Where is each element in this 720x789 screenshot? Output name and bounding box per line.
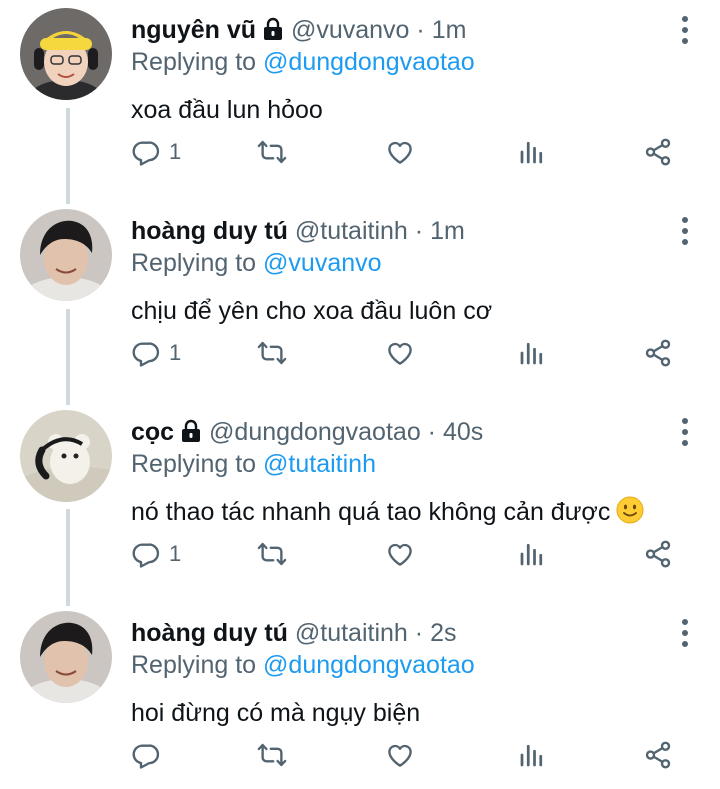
share-button[interactable] bbox=[643, 132, 673, 172]
action-bar: 1 bbox=[131, 534, 691, 574]
analytics-icon bbox=[517, 338, 547, 368]
tweet[interactable]: nguyên vũ @vuvanvo · 1m Replying to @dun… bbox=[0, 0, 720, 200]
reply-button[interactable]: 1 bbox=[131, 333, 181, 373]
share-button[interactable] bbox=[643, 735, 673, 775]
timestamp[interactable]: 1m bbox=[430, 217, 465, 245]
like-button[interactable] bbox=[385, 735, 415, 775]
like-button[interactable] bbox=[385, 333, 415, 373]
share-icon bbox=[643, 338, 673, 368]
user-handle[interactable]: @tutaitinh bbox=[295, 619, 408, 647]
analytics-icon bbox=[517, 137, 547, 167]
heart-icon bbox=[385, 137, 415, 167]
replying-to-label: Replying to bbox=[131, 249, 257, 277]
replying-to-label: Replying to bbox=[131, 651, 257, 679]
display-name[interactable]: cọc bbox=[131, 418, 174, 446]
like-button[interactable] bbox=[385, 534, 415, 574]
replying-to-label: Replying to bbox=[131, 48, 257, 76]
retweet-icon bbox=[257, 740, 287, 770]
views-button[interactable] bbox=[517, 534, 547, 574]
share-icon bbox=[643, 137, 673, 167]
retweet-icon bbox=[257, 338, 287, 368]
tweet[interactable]: hoàng duy tú @tutaitinh · 1m Replying to… bbox=[0, 201, 720, 401]
retweet-button[interactable] bbox=[257, 132, 287, 172]
mention-link[interactable]: @dungdongvaotao bbox=[263, 651, 475, 679]
reply-count: 1 bbox=[169, 139, 182, 164]
tweet-text-row: nó thao tác nhanh quá tao không cản được bbox=[131, 496, 672, 528]
retweet-button[interactable] bbox=[257, 735, 287, 775]
display-name[interactable]: nguyên vũ bbox=[131, 16, 256, 44]
tweet-text: nó thao tác nhanh quá tao không cản được bbox=[131, 498, 611, 526]
tweet-text: hoi đừng có mà ngụy biện bbox=[131, 699, 421, 727]
more-options-icon[interactable] bbox=[680, 416, 690, 448]
reply-count: 1 bbox=[169, 340, 182, 365]
share-button[interactable] bbox=[643, 534, 673, 574]
retweet-icon bbox=[257, 137, 287, 167]
reply-button[interactable]: 1 bbox=[131, 534, 181, 574]
views-button[interactable] bbox=[517, 333, 547, 373]
lock-icon bbox=[180, 419, 202, 443]
reply-icon bbox=[131, 137, 161, 167]
analytics-icon bbox=[517, 539, 547, 569]
more-options-icon[interactable] bbox=[680, 215, 690, 247]
replying-to-label: Replying to bbox=[131, 450, 257, 478]
views-button[interactable] bbox=[517, 132, 547, 172]
avatar[interactable] bbox=[20, 611, 112, 703]
avatar[interactable] bbox=[20, 209, 112, 301]
reply-icon bbox=[131, 740, 161, 770]
heart-icon bbox=[385, 338, 415, 368]
avatar[interactable] bbox=[20, 410, 112, 502]
share-icon bbox=[643, 740, 673, 770]
separator-dot: · bbox=[414, 217, 424, 245]
timestamp[interactable]: 2s bbox=[430, 619, 456, 647]
mention-link[interactable]: @vuvanvo bbox=[263, 249, 382, 277]
heart-icon bbox=[385, 740, 415, 770]
lock-icon bbox=[262, 17, 284, 41]
slightly-smiling-face-icon bbox=[616, 496, 644, 524]
display-name[interactable]: hoàng duy tú bbox=[131, 619, 288, 647]
tweet[interactable]: hoàng duy tú @tutaitinh · 2s Replying to… bbox=[0, 603, 720, 789]
user-handle[interactable]: @tutaitinh bbox=[295, 217, 408, 245]
user-handle[interactable]: @vuvanvo bbox=[291, 16, 410, 44]
separator-dot: · bbox=[427, 418, 436, 446]
retweet-icon bbox=[257, 539, 287, 569]
mention-link[interactable]: @tutaitinh bbox=[263, 450, 376, 478]
avatar[interactable] bbox=[20, 8, 112, 100]
timestamp[interactable]: 1m bbox=[432, 16, 467, 44]
share-icon bbox=[643, 539, 673, 569]
user-handle[interactable]: @dungdongvaotao bbox=[209, 418, 421, 446]
reply-button[interactable]: 1 bbox=[131, 132, 181, 172]
action-bar: 1 bbox=[131, 333, 691, 373]
analytics-icon bbox=[517, 740, 547, 770]
retweet-button[interactable] bbox=[257, 333, 287, 373]
reply-button[interactable] bbox=[131, 735, 161, 775]
tweet-text: xoa đầu lun hỏoo bbox=[131, 96, 323, 124]
separator-dot: · bbox=[416, 16, 425, 44]
reply-count: 1 bbox=[169, 541, 182, 566]
retweet-button[interactable] bbox=[257, 534, 287, 574]
display-name[interactable]: hoàng duy tú bbox=[131, 217, 288, 245]
tweet[interactable]: cọc @dungdongvaotao · 40s Replying to @t… bbox=[0, 402, 720, 602]
heart-icon bbox=[385, 539, 415, 569]
more-options-icon[interactable] bbox=[680, 14, 690, 46]
mention-link[interactable]: @dungdongvaotao bbox=[263, 48, 475, 76]
like-button[interactable] bbox=[385, 132, 415, 172]
timestamp[interactable]: 40s bbox=[443, 418, 483, 446]
share-button[interactable] bbox=[643, 333, 673, 373]
action-bar bbox=[131, 735, 691, 775]
reply-icon bbox=[131, 338, 161, 368]
views-button[interactable] bbox=[517, 735, 547, 775]
more-options-icon[interactable] bbox=[680, 617, 690, 649]
tweet-text: chịu để yên cho xoa đầu luôn cơ bbox=[131, 297, 493, 325]
action-bar: 1 bbox=[131, 132, 691, 172]
reply-icon bbox=[131, 539, 161, 569]
separator-dot: · bbox=[414, 619, 424, 647]
